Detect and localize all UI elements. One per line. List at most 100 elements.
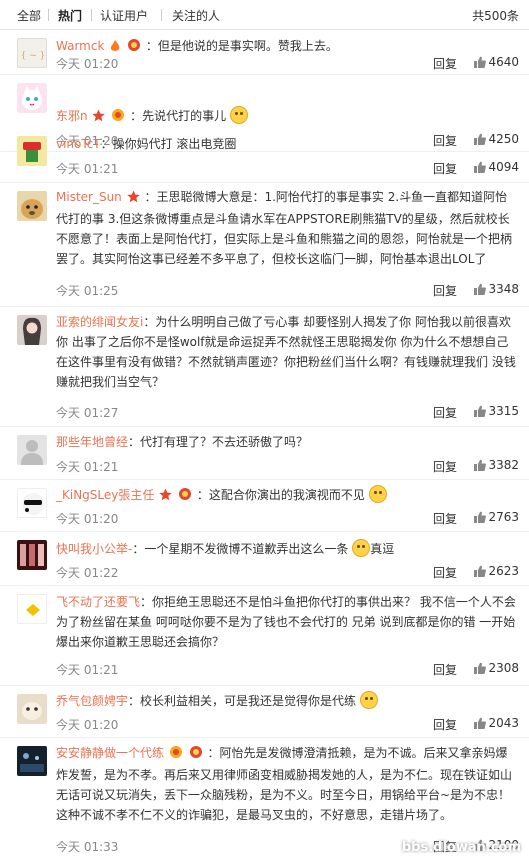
like-count: 3315 — [488, 404, 519, 418]
comment-time: 今天 01:21 — [56, 460, 119, 474]
avatar[interactable] — [17, 694, 47, 724]
reply-button[interactable]: 回复 — [433, 564, 457, 581]
avatar[interactable] — [17, 435, 47, 465]
username-link[interactable]: vinoTcT — [56, 137, 101, 151]
tab-following[interactable]: 关注的人 — [172, 7, 220, 24]
dog-emoji-icon — [352, 539, 371, 557]
thumbs-up-icon — [474, 283, 487, 295]
comment-item: 那些年地曾经：代打有理了？不去还骄傲了吗？ 今天 01:21 回复 3382 — [0, 427, 529, 480]
avatar[interactable] — [17, 191, 47, 221]
comment-time: 今天 01:33 — [56, 840, 119, 854]
comment-time: 今天 01:21 — [56, 663, 119, 677]
avatar[interactable] — [17, 315, 47, 345]
thumbs-up-icon — [474, 56, 487, 68]
tab-hot[interactable]: 热门 — [58, 7, 82, 24]
comment-time: 今天 01:20 — [56, 718, 119, 732]
tab-verified-users[interactable]: 认证用户 — [100, 7, 148, 24]
comment-text: ：代打有理了？不去还骄傲了吗？ — [128, 435, 309, 449]
thumbs-up-icon — [474, 565, 487, 577]
like-count: 2043 — [488, 716, 519, 730]
username-link[interactable]: 亚索的绯闻女友i — [56, 315, 143, 329]
like-button[interactable]: 3382 — [473, 458, 519, 472]
comment-meta: 今天 01:21 回复 3382 — [56, 456, 519, 476]
reply-button[interactable]: 回复 — [433, 160, 457, 177]
like-count: 4094 — [488, 160, 519, 174]
like-button[interactable]: 2043 — [473, 716, 519, 730]
avatar[interactable] — [17, 83, 47, 113]
comment-text: ：这配合你演出的我演视而不见 — [196, 488, 365, 502]
like-count: 2308 — [488, 661, 519, 675]
comment-time: 今天 01:21 — [56, 162, 119, 176]
comment-time: 今天 01:22 — [56, 566, 119, 580]
comment-filter-bar: 全部 热门 认证用户 关注的人 共500条 — [0, 0, 529, 30]
username-link[interactable]: 飞不动了还要飞 — [56, 595, 140, 609]
tab-divider — [48, 9, 49, 21]
like-button[interactable]: 4640 — [473, 55, 519, 69]
comment-text: ：校长利益相关，可是我还是觉得你是代练 — [128, 694, 357, 708]
like-button[interactable]: 4094 — [473, 160, 519, 174]
comment-meta: 今天 01:21 回复 2308 — [56, 659, 519, 679]
reply-button[interactable]: 回复 — [433, 458, 457, 475]
avatar[interactable] — [17, 488, 47, 518]
comment-item: _KiNgSLey張主任 ：这配合你演出的我演视而不见 今天 01:20 回复 … — [0, 480, 529, 532]
star-badge-icon — [92, 108, 106, 128]
comment-text: 真逗 — [370, 542, 395, 556]
comment-body: _KiNgSLey張主任 ：这配合你演出的我演视而不见 — [56, 485, 519, 507]
reply-button[interactable]: 回复 — [433, 716, 457, 733]
comment-meta: 今天 01:25 回复 3348 — [56, 280, 519, 300]
vip-badge-icon — [169, 745, 183, 765]
reply-button[interactable]: 回复 — [433, 510, 457, 527]
comment-body: 乔气包颜娉宇：校长利益相关，可是我还是觉得你是代练 — [56, 691, 519, 711]
avatar[interactable] — [17, 136, 47, 166]
thumbs-up-icon — [474, 511, 487, 523]
comment-time: 今天 01:20 — [56, 57, 119, 71]
thumbs-up-icon — [474, 405, 487, 417]
comment-text: ：操你妈代打 滚出电竞圈 — [100, 137, 237, 151]
comment-total-count: 共500条 — [472, 9, 519, 23]
comment-body: 快叫我小公举-：一个星期不发微博不道歉弄出这么一条 真逗 — [56, 539, 519, 559]
like-button[interactable]: 3315 — [473, 404, 519, 418]
comment-meta: 今天 01:20 回复 4640 — [56, 53, 519, 73]
like-count: 3348 — [488, 282, 519, 296]
comment-item: 亚索的绯闻女友i：为什么明明自己做了亏心事 却要怪别人揭发了你 阿怡我以前很喜欢… — [0, 307, 529, 427]
username-link[interactable]: 东邪n — [56, 109, 88, 123]
comment-item: 飞不动了还要飞：你拒绝王思聪还不是怕斗鱼把你代打的事供出来？ 我不信一个人不会为… — [0, 586, 529, 686]
comment-item: 快叫我小公举-：一个星期不发微博不道歉弄出这么一条 真逗 今天 01:22 回复… — [0, 532, 529, 586]
dog-emoji-icon — [368, 485, 387, 503]
reply-button[interactable]: 回复 — [433, 661, 457, 678]
username-link[interactable]: 那些年地曾经 — [56, 435, 128, 449]
username-link[interactable]: Warmck — [56, 39, 104, 53]
avatar[interactable] — [17, 540, 47, 570]
tab-all[interactable]: 全部 — [17, 7, 41, 24]
username-link[interactable]: 安安静静做一个代练 — [56, 746, 164, 760]
reply-button[interactable]: 回复 — [433, 404, 457, 421]
tab-divider — [161, 9, 162, 21]
comment-item: { ~ } Warmck ：但是他说的是事实啊。赞我上去。 今天 01:20 回… — [0, 30, 529, 75]
comment-text: ：先说代打的事儿 — [130, 109, 227, 123]
like-count: 4640 — [488, 55, 519, 69]
username-link[interactable]: 乔气包颜娉宇 — [56, 694, 128, 708]
avatar[interactable]: { ~ } — [17, 38, 47, 68]
red-badge-icon — [189, 745, 203, 765]
like-button[interactable]: 2623 — [473, 564, 519, 578]
like-button[interactable]: 3348 — [473, 282, 519, 296]
like-button[interactable]: 2763 — [473, 510, 519, 524]
vip-badge-icon — [111, 108, 125, 128]
reply-button[interactable]: 回复 — [433, 282, 457, 299]
star-badge-icon — [126, 189, 140, 209]
site-watermark: bbs.dlowan.com — [401, 840, 521, 855]
avatar[interactable] — [17, 594, 47, 624]
reply-button[interactable]: 回复 — [433, 55, 457, 72]
like-count: 2623 — [488, 564, 519, 578]
comment-text: ：一个星期不发微博不道歉弄出这么一条 — [132, 542, 349, 556]
comment-time: 今天 01:25 — [56, 284, 119, 298]
like-button[interactable]: 2308 — [473, 661, 519, 675]
username-link[interactable]: 快叫我小公举- — [56, 542, 132, 556]
comment-meta: 今天 01:27 回复 3315 — [56, 402, 519, 422]
comment-body: 亚索的绯闻女友i：为什么明明自己做了亏心事 却要怪别人揭发了你 阿怡我以前很喜欢… — [56, 312, 519, 392]
comment-body: vinoTcT：操你妈代打 滚出电竞圈 — [56, 134, 519, 154]
username-link[interactable]: _KiNgSLey張主任 — [56, 488, 154, 502]
username-link[interactable]: Mister_Sun — [56, 190, 122, 204]
avatar[interactable] — [17, 746, 47, 776]
comment-meta: 今天 01:20 回复 2043 — [56, 714, 519, 734]
